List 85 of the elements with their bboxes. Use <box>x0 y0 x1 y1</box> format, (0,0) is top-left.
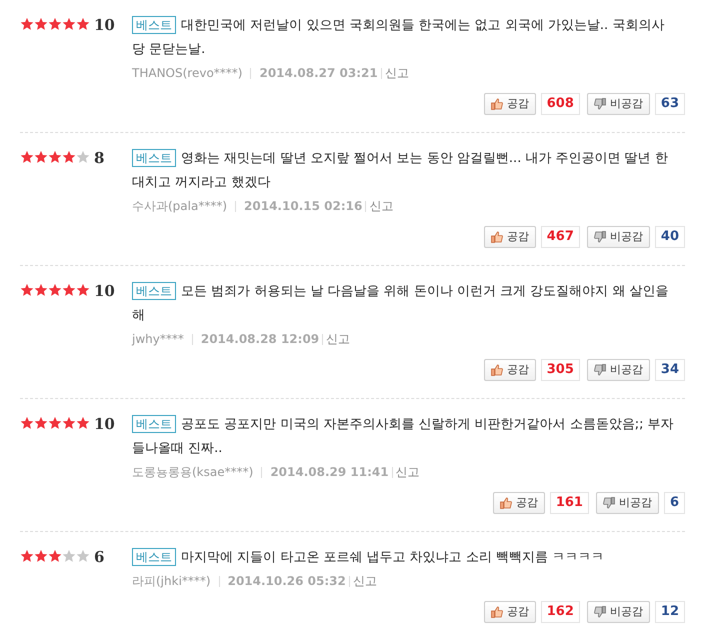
rating-score: 10 <box>94 283 115 299</box>
like-button[interactable]: 공감 <box>492 492 545 514</box>
thumbs-up-icon <box>490 606 503 618</box>
dislike-count: 40 <box>654 226 685 248</box>
thumbs-up-icon <box>490 364 503 376</box>
like-count: 608 <box>540 93 580 115</box>
star-icon <box>20 17 34 31</box>
dislike-count: 63 <box>654 93 685 115</box>
comment-text: 베스트 영화는 재밋는데 딸년 오지랖 쩔어서 보는 동안 암걸릴뻔... 내가 주인공이면 딸년 한대치고 꺼지라고 했겠다 <box>132 148 669 192</box>
best-badge: 베스트 <box>132 16 176 34</box>
like-button[interactable]: 공감 <box>484 359 536 381</box>
rating-score: 6 <box>94 549 104 565</box>
rating-score: 10 <box>94 416 115 432</box>
like-button[interactable]: 공감 <box>484 93 536 115</box>
dislike-count: 12 <box>654 601 685 623</box>
star-icon <box>76 283 90 297</box>
dislike-count: 34 <box>654 359 685 381</box>
comment-date: 2014.08.28 12:09 <box>200 331 320 348</box>
report-link[interactable]: 신고 <box>369 197 394 215</box>
star-icon <box>76 549 90 563</box>
like-count: 162 <box>540 601 580 623</box>
star-icon <box>76 416 90 430</box>
star-icon <box>20 283 34 297</box>
comment-text: 베스트 공포도 공포지만 미국의 자본주의사회를 신랄하게 비판한거같아서 소름돋았음;; 부자들나올때 진짜.. <box>132 414 675 458</box>
star-icon <box>34 283 48 297</box>
report-link[interactable]: 신고 <box>352 572 377 590</box>
best-badge: 베스트 <box>132 415 176 433</box>
thumbs-up-icon <box>490 98 503 110</box>
like-count: 161 <box>550 492 589 514</box>
star-icon <box>48 283 62 297</box>
star-icon <box>62 150 76 164</box>
report-link[interactable]: 신고 <box>384 64 409 82</box>
author-name: jwhy**** <box>132 331 184 348</box>
thumbs-down-icon <box>602 497 615 509</box>
like-button[interactable]: 공감 <box>484 226 536 248</box>
comment-date: 2014.10.26 05:32 <box>228 573 346 590</box>
dislike-button[interactable]: 비공감 <box>586 359 650 381</box>
dislike-button[interactable]: 비공감 <box>586 226 650 248</box>
star-icon <box>48 416 62 430</box>
star-icon <box>62 416 76 430</box>
comment-text: 베스트 모든 범죄가 허용되는 날 다음날을 위해 돈이나 이런거 크게 강도질해야지 왜 살인을 해 <box>132 281 670 325</box>
best-badge: 베스트 <box>132 548 176 566</box>
thumbs-down-icon <box>594 231 606 243</box>
star-icon <box>62 549 76 563</box>
best-badge: 베스트 <box>132 149 176 167</box>
dislike-count: 6 <box>664 492 685 514</box>
comment-text: 베스트 대한민국에 저런날이 있으면 국회의원들 한국에는 없고 외국에 가있는날.. 국회의사당 문닫는날. <box>132 15 666 59</box>
star-icon <box>48 150 62 164</box>
like-button[interactable]: 공감 <box>484 601 536 623</box>
thumbs-down-icon <box>594 606 606 618</box>
star-icon <box>76 150 90 164</box>
author-name: 수사과(pala****) <box>132 198 228 215</box>
report-link[interactable]: 신고 <box>396 463 420 481</box>
author-name: 도롱뇽롱용(ksae****) <box>132 464 254 481</box>
comment-date: 2014.08.27 03:21 <box>259 65 378 82</box>
author-name: THANOS(revo****) <box>132 65 242 82</box>
star-icon <box>34 549 48 563</box>
star-icon <box>20 150 34 164</box>
like-count: 467 <box>540 226 580 248</box>
star-icon <box>34 150 48 164</box>
dislike-button[interactable]: 비공감 <box>586 93 650 115</box>
like-count: 305 <box>540 359 580 381</box>
dislike-button[interactable]: 비공감 <box>586 601 650 623</box>
comment-text: 베스트 마지막에 지들이 타고온 포르쉐 냅두고 차있냐고 소리 빽빽지름 ㅋㅋㅋㅋ <box>132 546 677 570</box>
star-icon <box>76 17 90 31</box>
dislike-button[interactable]: 비공감 <box>596 492 659 514</box>
best-badge: 베스트 <box>132 282 176 300</box>
rating-score: 8 <box>94 150 104 166</box>
star-icon <box>34 17 48 31</box>
report-link[interactable]: 신고 <box>326 330 350 348</box>
star-icon <box>34 416 48 430</box>
star-icon <box>20 549 34 563</box>
thumbs-down-icon <box>594 98 606 110</box>
comment-date: 2014.08.29 11:41 <box>270 464 389 481</box>
star-icon <box>62 283 76 297</box>
author-name: 라피(jhki****) <box>132 573 211 590</box>
star-icon <box>48 549 62 563</box>
thumbs-up-icon <box>500 497 512 509</box>
star-icon <box>20 416 34 430</box>
comment-date: 2014.10.15 02:16 <box>244 198 362 215</box>
rating-score: 10 <box>94 17 115 33</box>
thumbs-down-icon <box>594 364 606 376</box>
star-icon <box>48 17 62 31</box>
star-icon <box>62 17 76 31</box>
thumbs-up-icon <box>490 231 503 243</box>
